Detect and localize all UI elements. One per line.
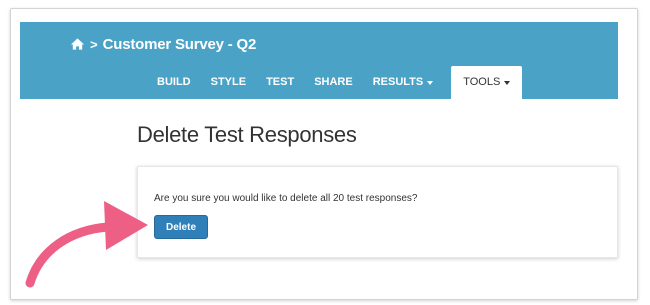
tab-build-label: BUILD — [157, 76, 191, 88]
caret-down-icon — [427, 81, 434, 85]
survey-tabs: BUILD STYLE TEST SHARE RESULTS TOOLS — [147, 66, 523, 99]
breadcrumb: > Customer Survey - Q2 — [70, 34, 256, 54]
delete-button[interactable]: Delete — [154, 215, 208, 239]
tab-results[interactable]: RESULTS — [363, 66, 444, 99]
tab-tools[interactable]: TOOLS — [451, 66, 523, 99]
pointer-arrow-icon — [25, 201, 148, 288]
tab-build[interactable]: BUILD — [147, 66, 201, 99]
tab-results-label: RESULTS — [372, 76, 424, 88]
home-icon[interactable] — [70, 37, 85, 51]
confirm-message: Are you sure you would like to delete al… — [154, 193, 418, 204]
tab-test-label: TEST — [266, 76, 295, 88]
page-title: Delete Test Responses — [137, 122, 357, 147]
tab-share[interactable]: SHARE — [304, 66, 363, 99]
survey-header: > Customer Survey - Q2 BUILD STYLE TEST … — [20, 22, 618, 99]
tab-test[interactable]: TEST — [256, 66, 304, 99]
survey-title[interactable]: Customer Survey - Q2 — [103, 36, 257, 53]
tab-share-label: SHARE — [314, 76, 353, 88]
tab-style-label: STYLE — [210, 76, 247, 88]
tab-style[interactable]: STYLE — [201, 66, 256, 99]
caret-down-icon — [504, 81, 511, 85]
tab-tools-label: TOOLS — [463, 76, 501, 88]
breadcrumb-separator: > — [90, 36, 98, 52]
delete-confirmation-card: Are you sure you would like to delete al… — [137, 166, 618, 258]
